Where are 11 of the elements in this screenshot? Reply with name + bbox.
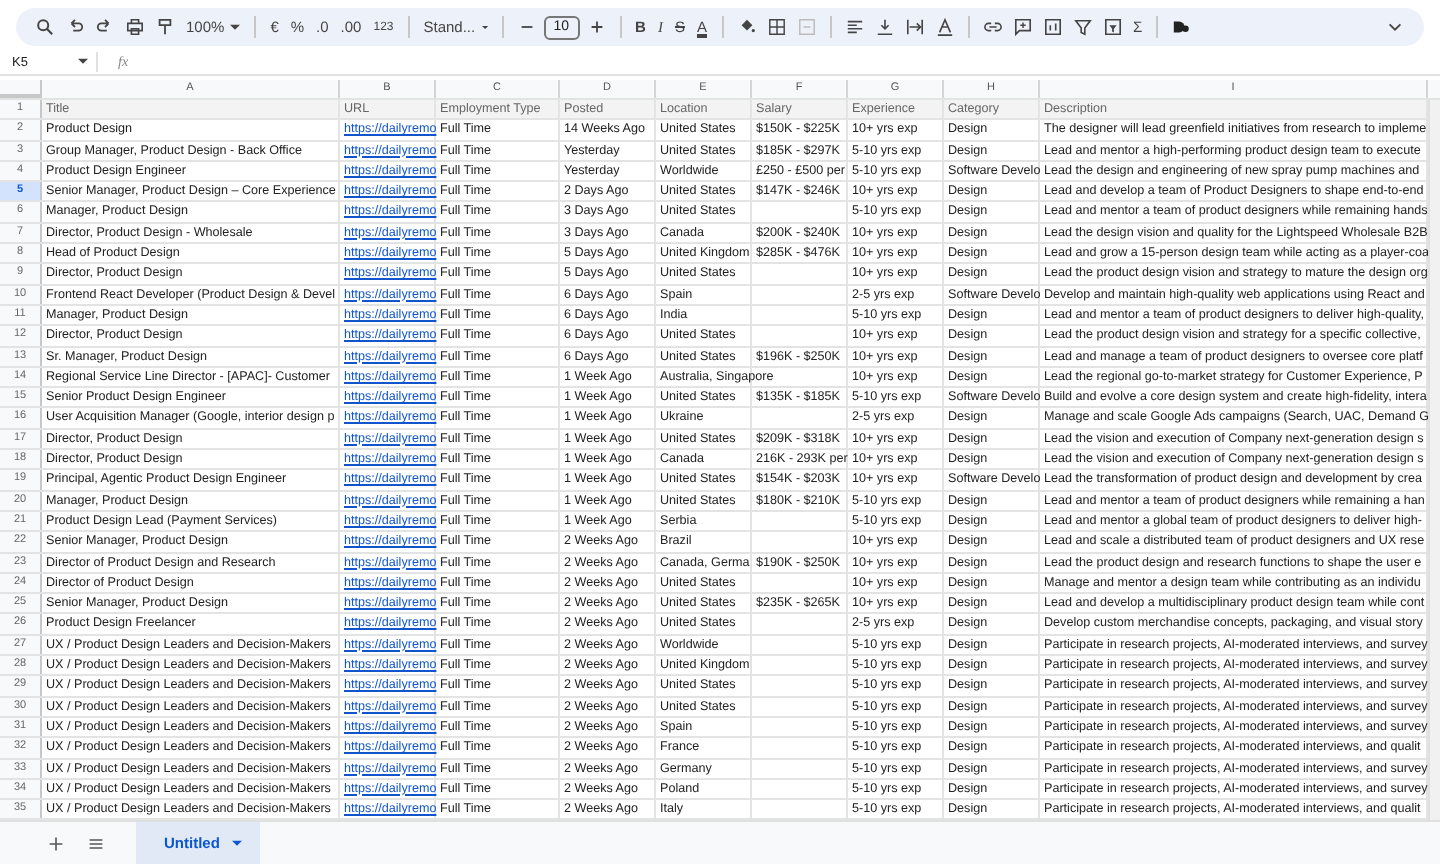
search-icon[interactable] <box>32 13 58 41</box>
chart-icon[interactable] <box>1039 13 1065 41</box>
print-icon[interactable] <box>122 13 148 41</box>
borders-icon[interactable] <box>763 13 789 41</box>
comment-icon[interactable] <box>1009 13 1035 41</box>
caret-icon <box>78 58 88 66</box>
scrollbar[interactable] <box>1428 100 1440 824</box>
filter-views-icon[interactable] <box>1099 13 1125 41</box>
caret-icon <box>230 23 241 31</box>
caret-icon <box>231 839 242 847</box>
merge-cells-icon[interactable] <box>793 13 819 41</box>
